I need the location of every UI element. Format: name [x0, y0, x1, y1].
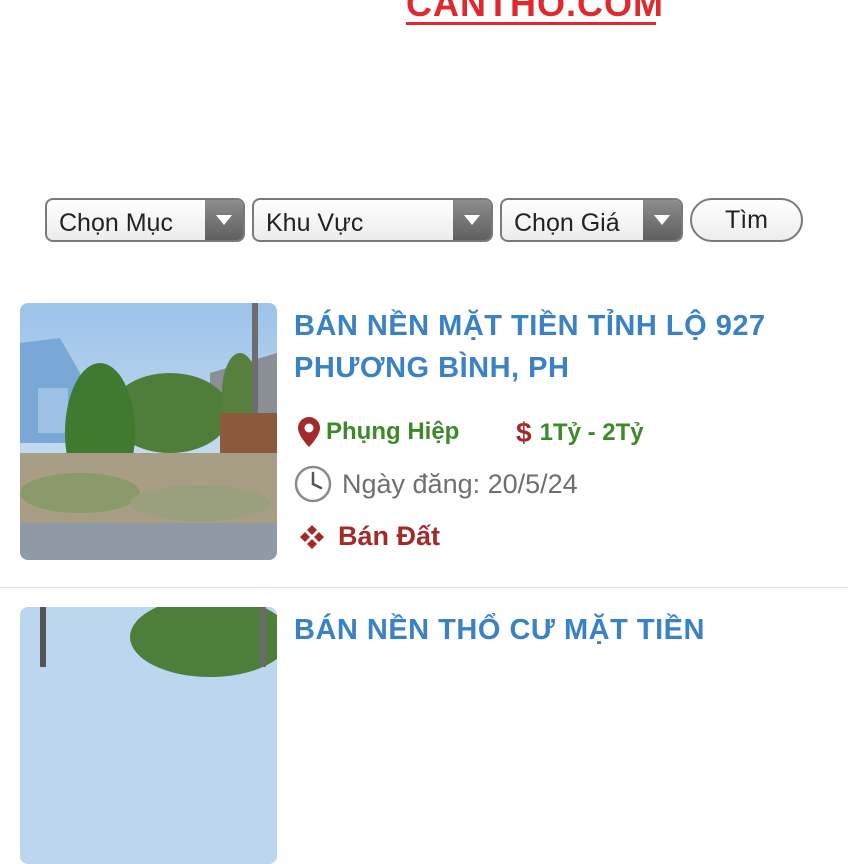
category-select[interactable]: Chọn Mục [45, 198, 245, 242]
clock-icon [294, 465, 332, 503]
search-button[interactable]: Tìm [690, 198, 803, 242]
listing-photo-image [20, 303, 277, 560]
chevron-down-icon [205, 200, 243, 240]
logo-text: CANTHO.COM [406, 0, 664, 24]
listing-card[interactable]: BÁN NỀN MẶT TIỀN TỈNH LỘ 927 PHƯƠNG BÌNH… [0, 303, 848, 589]
listing-price-text: 1Tỷ - 2Tỷ [539, 419, 644, 446]
area-select[interactable]: Khu Vực [252, 198, 493, 242]
listing-type: Bán Đất [298, 521, 440, 552]
filter-bar: Chọn Mục Khu Vực Chọn Giá Tìm [0, 198, 848, 246]
map-pin-icon [298, 417, 320, 447]
dollar-icon: $ [516, 417, 532, 448]
listing-date-text: Ngày đăng: 20/5/24 [342, 468, 578, 499]
diamond-bullet-icon [300, 524, 324, 549]
listing-price: $ 1Tỷ - 2Tỷ [516, 417, 644, 449]
listing-divider [0, 587, 848, 588]
chevron-down-icon [643, 200, 681, 240]
logo-underline [406, 22, 656, 25]
listing-title[interactable]: BÁN NỀN THỔ CƯ MẶT TIỀN [294, 609, 824, 651]
listing-photo[interactable] [20, 607, 277, 864]
listing-photo[interactable] [20, 303, 277, 560]
area-select-label: Khu Vực [266, 209, 364, 237]
listing-title[interactable]: BÁN NỀN MẶT TIỀN TỈNH LỘ 927 PHƯƠNG BÌNH… [294, 305, 824, 389]
listing-date: Ngày đăng: 20/5/24 [294, 465, 578, 503]
price-select[interactable]: Chọn Giá [500, 198, 683, 242]
listing-type-text: Bán Đất [338, 521, 441, 551]
site-logo[interactable]: CANTHO.COM [0, 0, 848, 26]
chevron-down-icon [453, 200, 491, 240]
category-select-label: Chọn Mục [59, 209, 173, 237]
listing-card[interactable]: BÁN NỀN THỔ CƯ MẶT TIỀN [0, 607, 848, 864]
listing-location: Phụng Hiệp [298, 417, 459, 447]
listing-location-text: Phụng Hiệp [326, 418, 460, 445]
price-select-label: Chọn Giá [514, 209, 620, 237]
listing-photo-image [20, 607, 277, 864]
